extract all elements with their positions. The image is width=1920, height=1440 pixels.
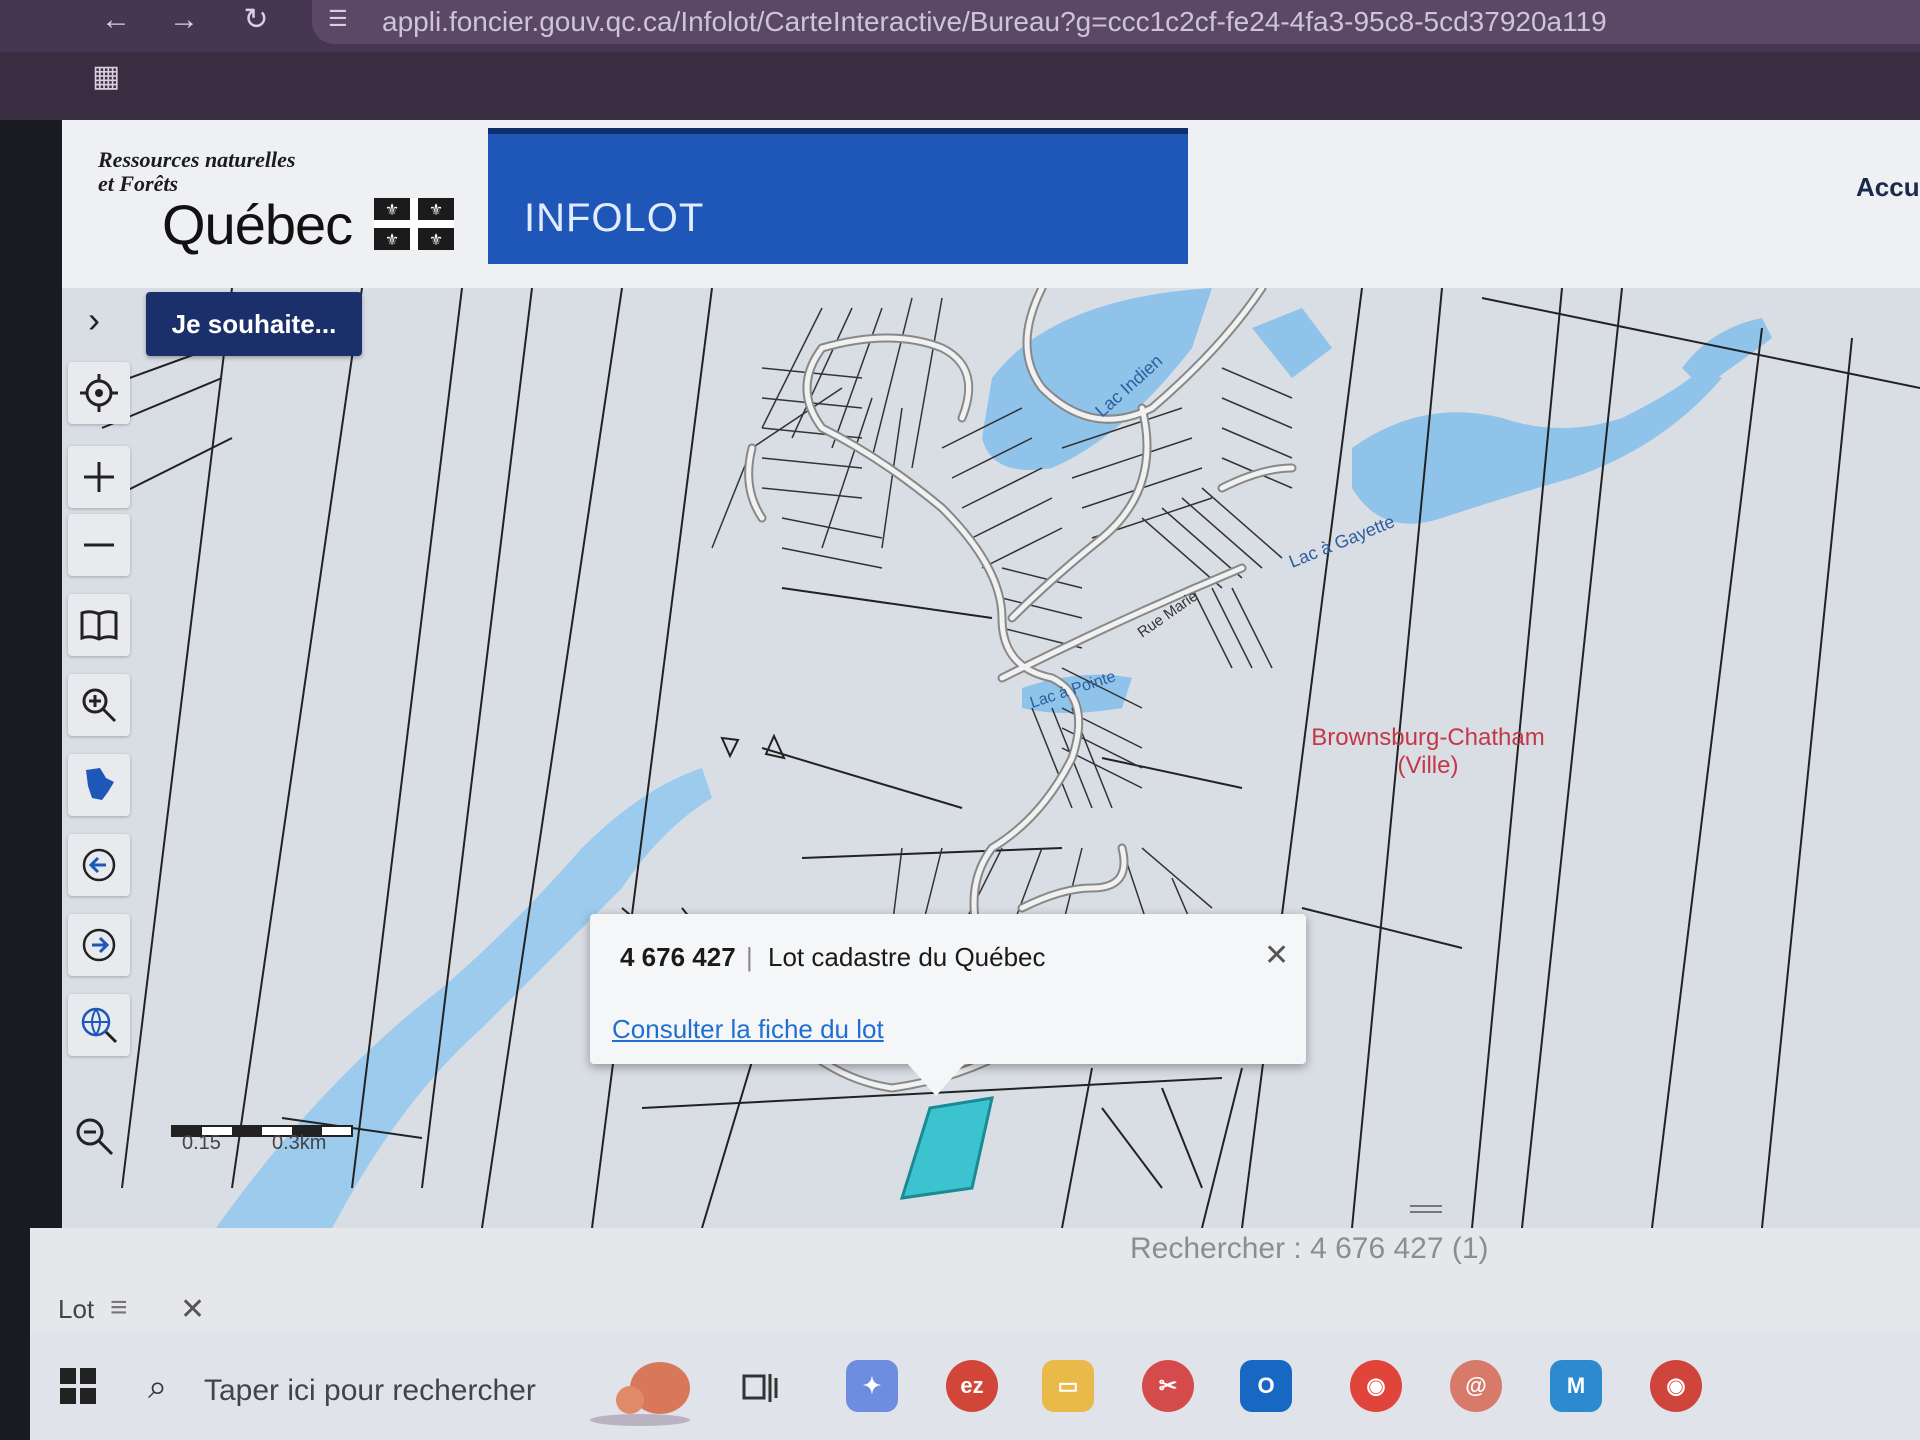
zoom-out-icon bbox=[84, 543, 114, 547]
zoom-out-button[interactable] bbox=[68, 514, 130, 576]
search-icon[interactable]: ⌕ bbox=[148, 1368, 167, 1407]
windows-start-icon[interactable] bbox=[60, 1368, 96, 1404]
zoom-in-icon bbox=[84, 462, 114, 492]
scale-label: 0.15 bbox=[182, 1132, 221, 1154]
close-icon[interactable]: ✕ bbox=[180, 1292, 205, 1327]
book-icon bbox=[80, 610, 118, 641]
previous-extent-icon bbox=[82, 848, 116, 882]
next-extent-icon bbox=[82, 928, 116, 962]
site-info-icon[interactable]: ☰ bbox=[328, 6, 362, 36]
lot-type: Lot cadastre du Québec bbox=[768, 942, 1046, 972]
previous-extent-button[interactable] bbox=[68, 834, 130, 896]
consult-lot-link[interactable]: Consulter la fiche du lot bbox=[612, 1014, 884, 1045]
zoom-area-button[interactable] bbox=[68, 674, 130, 736]
quebec-map-icon bbox=[86, 768, 114, 800]
popup-separator: | bbox=[746, 942, 753, 972]
ez-app-icon[interactable]: ez bbox=[946, 1360, 998, 1412]
svg-text:⚜: ⚜ bbox=[429, 202, 443, 219]
app-title: INFOLOT bbox=[524, 196, 705, 240]
scale-bar bbox=[171, 1125, 353, 1137]
microsoft-365-icon[interactable]: M bbox=[1550, 1360, 1602, 1412]
outlook-icon[interactable]: O bbox=[1240, 1360, 1292, 1412]
interactive-map[interactable]: Lac Indien Lac à Gayette Lac à Pointe Ru… bbox=[62, 288, 1920, 1228]
home-link[interactable]: Accu bbox=[1856, 172, 1920, 203]
zoom-in-button[interactable] bbox=[68, 446, 130, 508]
browser-window-frame: ← → ↻ ☰ appli.foncier.gouv.qc.ca/Infolot… bbox=[0, 0, 1920, 120]
site-header: Ressources naturelles et Forêts Québec ⚜… bbox=[62, 120, 1920, 288]
popup-pointer bbox=[906, 1062, 966, 1096]
squirrel-illustration-icon bbox=[590, 1362, 690, 1426]
swirl-app-icon[interactable]: @ bbox=[1450, 1360, 1502, 1412]
scale-label: 0.3km bbox=[272, 1132, 327, 1154]
je-souhaite-button[interactable]: Je souhaite... bbox=[146, 292, 362, 356]
chrome-icon[interactable]: ◉ bbox=[1350, 1360, 1402, 1412]
lot-number: 4 676 427 bbox=[620, 942, 736, 972]
copilot-icon[interactable]: ✦ bbox=[846, 1360, 898, 1412]
zoom-area-icon bbox=[82, 688, 117, 723]
address-bar[interactable]: ☰ appli.foncier.gouv.qc.ca/Infolot/Carte… bbox=[312, 0, 1920, 44]
lot-info-popup: 4 676 427 | Lot cadastre du Québec ✕ Con… bbox=[590, 914, 1306, 1096]
resize-handle-icon[interactable] bbox=[1408, 1202, 1444, 1216]
chrome-profile-icon[interactable]: ◉ bbox=[1650, 1360, 1702, 1412]
windows-taskbar: ⌕ Taper ici pour rechercher ✦ ez ▭ ✂ O ◉… bbox=[30, 1332, 1920, 1440]
next-extent-button[interactable] bbox=[68, 914, 130, 976]
locate-button[interactable] bbox=[68, 362, 130, 424]
svg-text:⚜: ⚜ bbox=[385, 202, 399, 219]
expand-panel-chevron-icon[interactable]: › bbox=[72, 300, 116, 344]
svg-text:⚜: ⚜ bbox=[385, 232, 399, 249]
task-view-icon[interactable] bbox=[740, 1368, 780, 1408]
url-text[interactable]: appli.foncier.gouv.qc.ca/Infolot/CarteIn… bbox=[382, 6, 1607, 38]
legend-button[interactable] bbox=[68, 594, 130, 656]
quebec-flag-icon: ⚜ ⚜ ⚜ ⚜ bbox=[374, 198, 454, 250]
quebec-wordmark: Québec bbox=[162, 193, 353, 256]
cadastre-map-canvas[interactable]: Lac Indien Lac à Gayette Lac à Pointe Ru… bbox=[62, 288, 1920, 1228]
globe-search-button[interactable] bbox=[68, 994, 130, 1056]
reload-icon[interactable]: ↻ bbox=[236, 2, 276, 42]
globe-search-icon bbox=[81, 1007, 118, 1044]
forward-arrow-icon[interactable]: → bbox=[164, 2, 204, 42]
close-icon[interactable]: ✕ bbox=[1264, 938, 1289, 973]
app-title-banner: INFOLOT bbox=[488, 128, 1188, 264]
list-icon[interactable]: ≡ bbox=[110, 1293, 150, 1324]
quebec-extent-button[interactable] bbox=[68, 754, 130, 816]
file-explorer-icon[interactable]: ▭ bbox=[1042, 1360, 1094, 1412]
snipping-tool-icon[interactable]: ✂ bbox=[1142, 1360, 1194, 1412]
municipality-label: Brownsburg-Chatham (Ville) bbox=[1311, 724, 1545, 779]
results-tab-label[interactable]: Lot bbox=[58, 1294, 94, 1325]
svg-text:⚜: ⚜ bbox=[429, 232, 443, 249]
apps-grid-icon[interactable]: ▦ bbox=[92, 62, 122, 92]
results-panel: Lot ≡ ✕ bbox=[30, 1205, 1920, 1332]
taskbar-search-input[interactable]: Taper ici pour rechercher bbox=[204, 1374, 536, 1408]
ministry-name: Ressources naturelles et Forêts bbox=[98, 147, 296, 196]
browser-toolbar: ← → ↻ ☰ appli.foncier.gouv.qc.ca/Infolot… bbox=[0, 0, 1920, 52]
locate-icon bbox=[80, 374, 118, 412]
search-result-text: Rechercher : 4 676 427 (1) bbox=[1130, 1232, 1489, 1265]
back-arrow-icon[interactable]: ← bbox=[96, 2, 136, 42]
